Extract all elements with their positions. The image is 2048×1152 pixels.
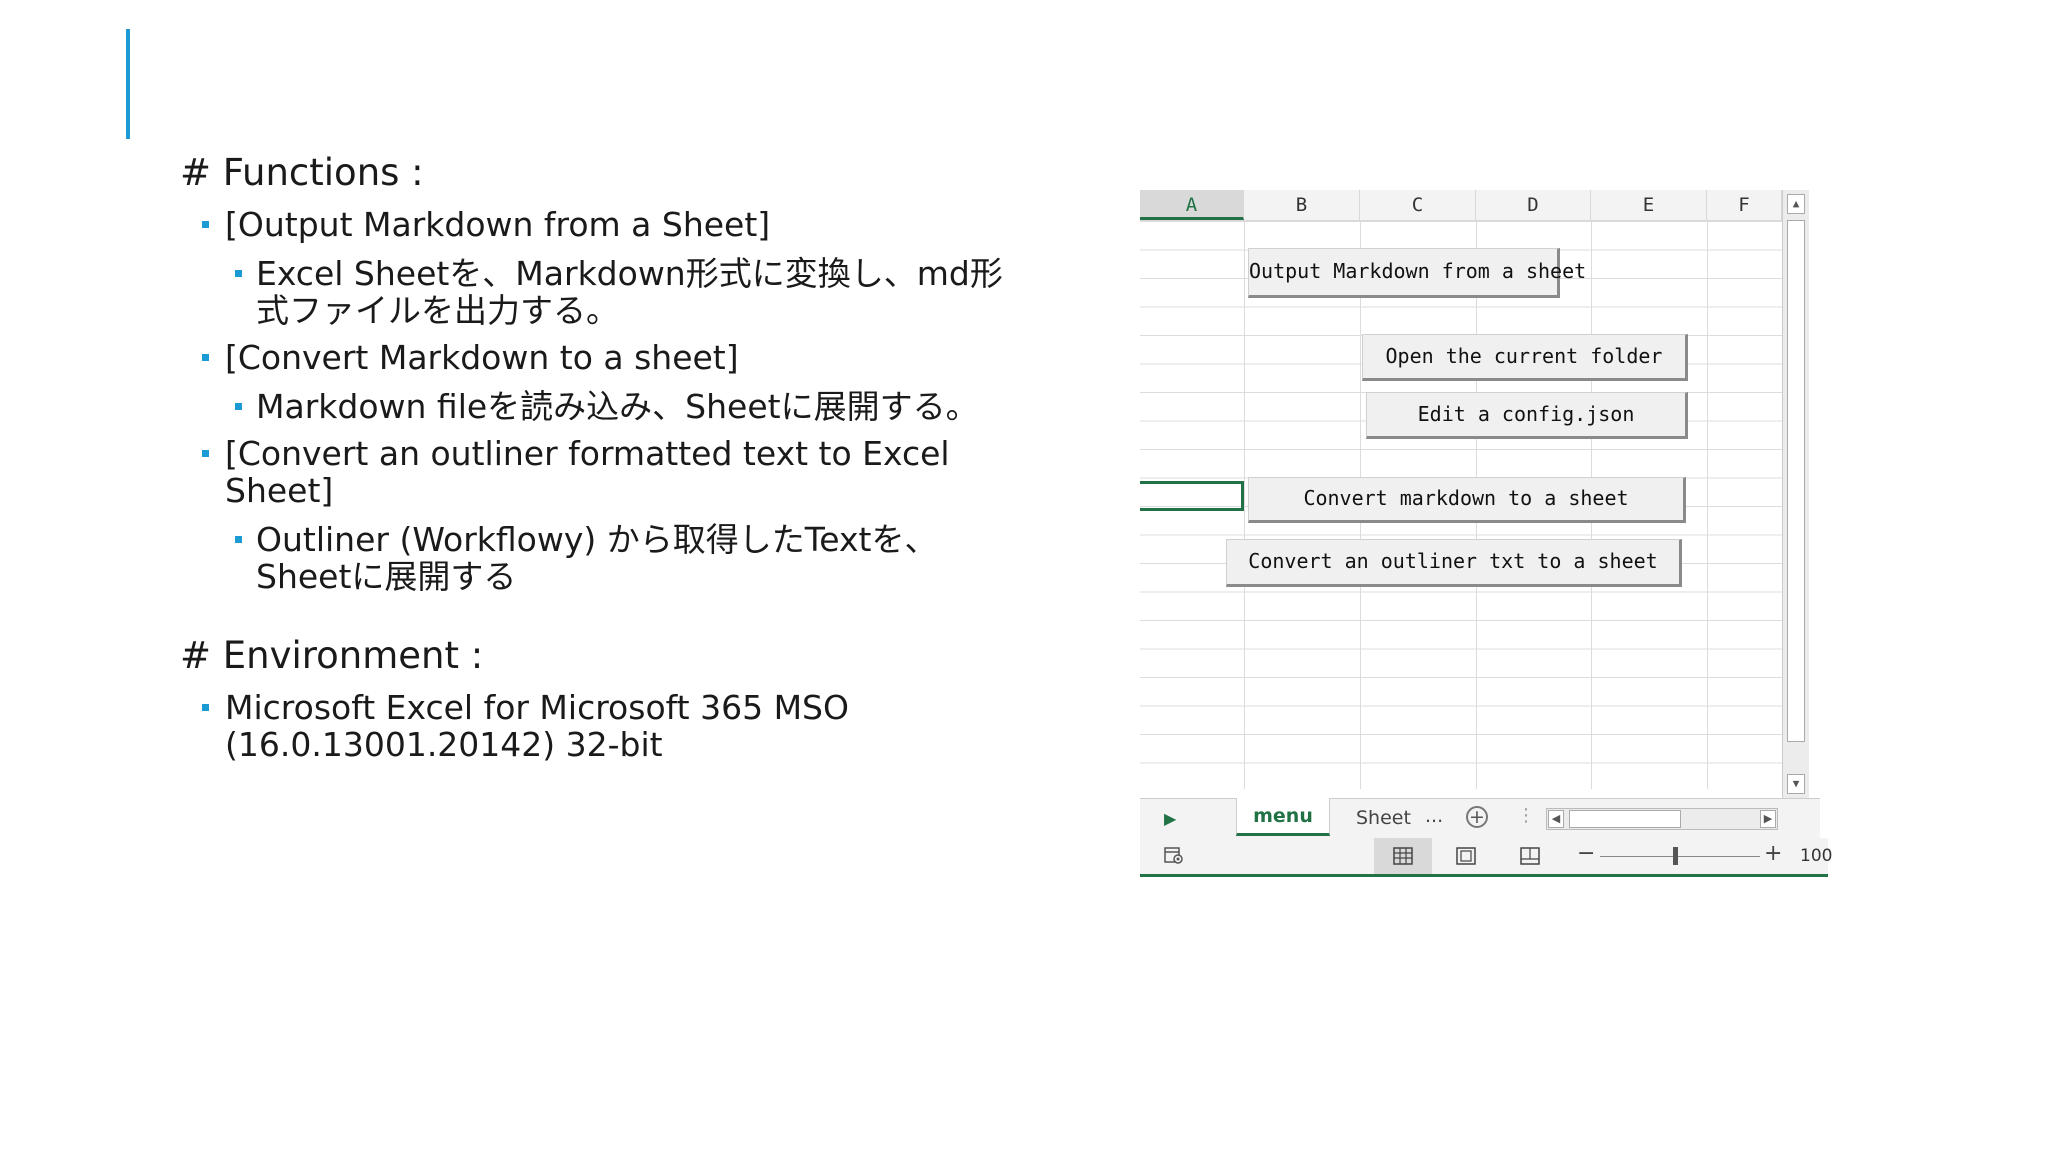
slide: # Functions : [Output Markdown from a Sh… bbox=[0, 0, 2048, 1152]
horizontal-scrollbar[interactable]: ◀ ▶ bbox=[1546, 808, 1778, 830]
function-item-convert-md-detail: Markdown fileを読み込み、Sheetに展開する。 bbox=[235, 388, 1036, 425]
convert-outliner-button[interactable]: Convert an outliner txt to a sheet bbox=[1226, 539, 1682, 587]
zoom-out-button[interactable]: − bbox=[1577, 841, 1595, 866]
selected-cell[interactable] bbox=[1140, 481, 1244, 511]
open-folder-button[interactable]: Open the current folder bbox=[1362, 334, 1688, 381]
column-header-c[interactable]: C bbox=[1360, 190, 1476, 220]
tab-menu[interactable]: menu bbox=[1236, 798, 1330, 836]
column-header-d[interactable]: D bbox=[1476, 190, 1591, 220]
edit-config-button[interactable]: Edit a config.json bbox=[1366, 392, 1688, 439]
slide-text: # Functions : [Output Markdown from a Sh… bbox=[180, 150, 1020, 763]
scroll-up-icon[interactable]: ▲ bbox=[1787, 194, 1805, 214]
column-headers: A B C D E F bbox=[1140, 190, 1782, 221]
tab-sheet[interactable]: Sheet bbox=[1356, 807, 1411, 829]
zoom-in-button[interactable]: + bbox=[1764, 841, 1782, 866]
hscrollbar-thumb[interactable] bbox=[1569, 810, 1681, 828]
tab-scroll-right-icon[interactable]: ▶ bbox=[1164, 809, 1176, 828]
add-sheet-icon[interactable]: + bbox=[1466, 806, 1488, 828]
excel-screenshot: A B C D E F Output Markdown from a sheet… bbox=[1140, 190, 1832, 882]
tab-more[interactable]: ... bbox=[1425, 805, 1443, 827]
page-break-preview-icon[interactable] bbox=[1520, 847, 1540, 865]
column-header-f[interactable]: F bbox=[1707, 190, 1782, 220]
function-item-convert-md-title: [Convert Markdown to a sheet] bbox=[202, 339, 1020, 376]
vertical-scrollbar[interactable]: ▲ ▼ bbox=[1782, 190, 1809, 798]
zoom-slider[interactable] bbox=[1600, 856, 1760, 857]
normal-view-icon bbox=[1393, 847, 1413, 865]
sheet-tab-bar: ▶ menu Sheet ... + ⋮ ◀ ▶ bbox=[1140, 798, 1820, 839]
scroll-right-icon[interactable]: ▶ bbox=[1760, 810, 1776, 828]
scrollbar-thumb[interactable] bbox=[1787, 220, 1805, 742]
tab-splitter-icon[interactable]: ⋮ bbox=[1517, 805, 1535, 826]
function-item-output-title: [Output Markdown from a Sheet] bbox=[202, 206, 1020, 243]
accent-bar bbox=[126, 29, 130, 139]
macro-record-icon[interactable] bbox=[1164, 847, 1184, 865]
zoom-level[interactable]: 100 bbox=[1800, 846, 1832, 866]
scroll-down-icon[interactable]: ▼ bbox=[1787, 774, 1805, 794]
function-item-convert-outliner-title: [Convert an outliner formatted text to E… bbox=[202, 435, 985, 509]
output-markdown-button[interactable]: Output Markdown from a sheet bbox=[1248, 248, 1586, 298]
environment-item: Microsoft Excel for Microsoft 365 MSO (1… bbox=[202, 689, 905, 763]
scroll-left-icon[interactable]: ◀ bbox=[1548, 810, 1564, 828]
column-header-e[interactable]: E bbox=[1591, 190, 1707, 220]
column-header-a[interactable]: A bbox=[1140, 190, 1244, 220]
page-layout-icon[interactable] bbox=[1456, 847, 1476, 865]
column-header-b[interactable]: B bbox=[1244, 190, 1360, 220]
function-item-output-detail: Excel Sheetを、Markdown形式に変換し、md形式ファイルを出力す… bbox=[235, 255, 1016, 329]
environment-heading: # Environment : bbox=[180, 634, 484, 677]
zoom-slider-thumb[interactable] bbox=[1673, 847, 1678, 865]
convert-markdown-button[interactable]: Convert markdown to a sheet bbox=[1248, 477, 1686, 523]
normal-view-button[interactable] bbox=[1374, 838, 1432, 874]
status-bar: − + 100 bbox=[1140, 838, 1832, 877]
functions-heading: # Functions : bbox=[180, 151, 424, 194]
function-item-convert-outliner-detail: Outliner (Workflowy) から取得したTextを、Sheetに展… bbox=[235, 521, 986, 595]
